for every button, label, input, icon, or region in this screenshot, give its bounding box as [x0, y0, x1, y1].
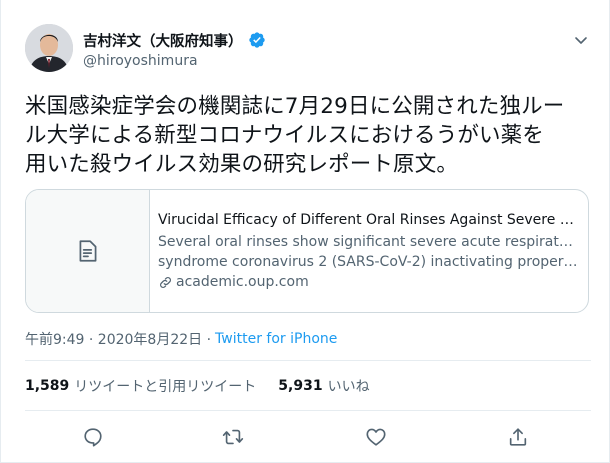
likes-count: 5,931 [278, 378, 323, 394]
retweets-count: 1,589 [25, 378, 70, 394]
share-icon[interactable] [505, 424, 531, 450]
tweet-text: 米国感染症学会の機関誌に7月29日に公開された独ルー ル大学による新型コロナウイ… [25, 92, 590, 179]
retweets-label: リツイートと引用リツイート [74, 379, 257, 395]
likes-label: いいね [327, 379, 370, 395]
card-description-line: Several oral rinses show significant sev… [158, 234, 578, 250]
avatar[interactable] [25, 24, 73, 72]
card-domain-text: academic.oup.com [176, 274, 309, 290]
author-display-name[interactable]: 吉村洋文（大阪府知事） [83, 30, 243, 51]
tweet-text-line: 用いた殺ウイルス効果の研究レポート原文。 [25, 152, 459, 177]
card-body: Virucidal Efficacy of Different Oral Rin… [158, 210, 578, 292]
link-icon [160, 276, 171, 288]
tweet-actions [25, 424, 591, 452]
author-handle[interactable]: @hiroyoshimura [83, 53, 266, 69]
tweet-container: 吉村洋文（大阪府知事） @hiroyoshimura 米国感染症学会の機関誌に7… [0, 0, 610, 463]
avatar-portrait-icon [25, 24, 73, 72]
heart-icon[interactable] [363, 424, 389, 450]
likes-stat[interactable]: 5,931 いいね [278, 376, 369, 396]
tweet-text-line: ル大学による新型コロナウイルスにおけるうがい薬を [25, 123, 544, 148]
card-thumbnail [26, 190, 150, 312]
tweet-text-line: 米国感染症学会の機関誌に7月29日に公開された独ルー [25, 94, 565, 119]
retweets-stat[interactable]: 1,589 リツイートと引用リツイート [25, 376, 256, 396]
verified-badge-icon [248, 31, 266, 49]
card-description: Several oral rinses show significant sev… [158, 232, 578, 272]
author-info: 吉村洋文（大阪府知事） @hiroyoshimura [83, 30, 266, 69]
retweet-icon[interactable] [220, 424, 246, 450]
tweet-timestamp[interactable]: 午前9:49 · 2020年8月22日 · [25, 329, 211, 349]
card-description-line: syndrome coronavirus 2 (SARS-CoV-2) inac… [158, 254, 578, 270]
tweet-header: 吉村洋文（大阪府知事） @hiroyoshimura [25, 24, 591, 80]
divider [25, 360, 591, 361]
tweet-stats: 1,589 リツイートと引用リツイート 5,931 いいね [25, 376, 392, 396]
card-title: Virucidal Efficacy of Different Oral Rin… [158, 212, 578, 228]
tweet-meta: 午前9:49 · 2020年8月22日 · Twitter for iPhone [25, 329, 337, 349]
chevron-down-icon[interactable] [573, 32, 589, 48]
divider [25, 410, 591, 411]
tweet-source-link[interactable]: Twitter for iPhone [215, 331, 337, 347]
reply-icon[interactable] [80, 424, 106, 450]
card-domain: academic.oup.com [158, 272, 578, 292]
document-icon [79, 240, 96, 262]
link-preview-card[interactable]: Virucidal Efficacy of Different Oral Rin… [25, 189, 589, 313]
